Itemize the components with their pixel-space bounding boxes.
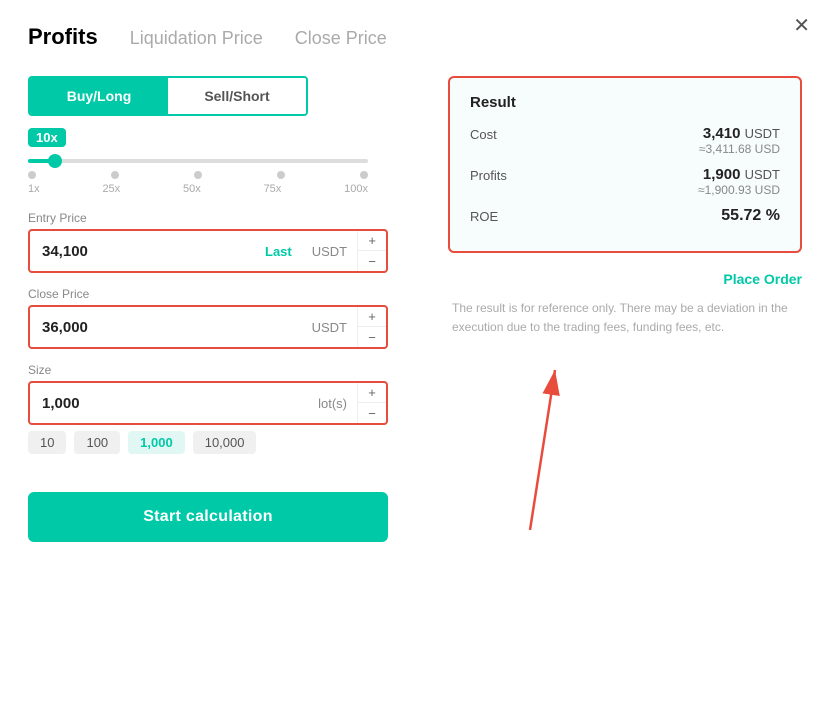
tab-liquidation[interactable]: Liquidation Price: [130, 28, 263, 51]
leverage-labels: 1x 25x 50x 75x 100x: [28, 183, 368, 195]
dot-4: [277, 171, 285, 179]
size-input[interactable]: [30, 385, 308, 422]
close-price-increment[interactable]: +: [358, 307, 386, 327]
close-price-usdt-label: USDT: [302, 320, 357, 335]
size-opt-1000[interactable]: 1,000: [128, 431, 185, 454]
buy-sell-toggle: Buy/Long Sell/Short: [28, 76, 308, 116]
leverage-track[interactable]: [28, 159, 368, 163]
size-opt-10000[interactable]: 10,000: [193, 431, 257, 454]
roe-number: 55.72 %: [721, 207, 780, 224]
dot-5: [360, 171, 368, 179]
profits-number: 1,900: [703, 166, 741, 183]
profits-sub-val: ≈1,900.93 USD: [698, 183, 780, 197]
result-box: Result Cost 3,410 USDT ≈3,411.68 USD Pro…: [448, 76, 802, 253]
size-label: Size: [28, 363, 428, 377]
roe-label: ROE: [470, 207, 498, 224]
dot-2: [111, 171, 119, 179]
roe-row: ROE 55.72 %: [470, 207, 780, 225]
entry-price-increment[interactable]: +: [358, 231, 386, 251]
dot-3: [194, 171, 202, 179]
leverage-label-75x: 75x: [264, 183, 282, 195]
size-row: lot(s) + −: [28, 381, 388, 425]
roe-value: 55.72 %: [721, 207, 780, 225]
main-layout: Buy/Long Sell/Short 10x: [28, 76, 802, 542]
slider-dots: [28, 171, 368, 179]
size-increment[interactable]: +: [358, 383, 386, 403]
entry-price-row: Last USDT + −: [28, 229, 388, 273]
leverage-slider-container: [28, 159, 368, 163]
size-opt-100[interactable]: 100: [74, 431, 120, 454]
disclaimer: The result is for reference only. There …: [448, 299, 802, 337]
cost-value: 3,410 USDT ≈3,411.68 USD: [699, 125, 780, 156]
cost-sub-val: ≈3,411.68 USD: [699, 142, 780, 156]
dot-1: [28, 171, 36, 179]
size-unit-label: lot(s): [308, 396, 357, 411]
profits-main-val: 1,900 USDT: [703, 166, 780, 183]
leverage-label-100x: 100x: [344, 183, 368, 195]
size-options: 10 100 1,000 10,000: [28, 431, 428, 454]
leverage-label-1x: 1x: [28, 183, 40, 195]
left-panel: Buy/Long Sell/Short 10x: [28, 76, 428, 542]
sell-short-button[interactable]: Sell/Short: [168, 78, 306, 114]
cost-number: 3,410: [703, 125, 741, 142]
cost-unit: USDT: [745, 126, 780, 141]
tab-bar: Profits Liquidation Price Close Price: [28, 24, 802, 52]
result-title: Result: [470, 94, 780, 111]
leverage-area: 10x 1x 25x 50x: [28, 128, 428, 195]
entry-price-group: Entry Price Last USDT + −: [28, 211, 428, 273]
close-price-steppers: + −: [357, 307, 386, 347]
entry-price-input[interactable]: [30, 233, 255, 270]
cost-row: Cost 3,410 USDT ≈3,411.68 USD: [470, 125, 780, 156]
tab-profits[interactable]: Profits: [28, 24, 98, 52]
leverage-label-25x: 25x: [102, 183, 120, 195]
entry-price-usdt-label: USDT: [302, 244, 357, 259]
size-opt-10[interactable]: 10: [28, 431, 66, 454]
cost-main-val: 3,410 USDT: [703, 125, 780, 142]
profits-unit: USDT: [745, 167, 780, 182]
start-calculation-button[interactable]: Start calculation: [28, 492, 388, 542]
buy-long-button[interactable]: Buy/Long: [30, 78, 168, 114]
leverage-label-50x: 50x: [183, 183, 201, 195]
profits-value: 1,900 USDT ≈1,900.93 USD: [698, 166, 780, 197]
tab-close-price[interactable]: Close Price: [295, 28, 387, 51]
entry-price-last-label: Last: [255, 244, 302, 259]
cost-label: Cost: [470, 125, 497, 142]
profits-row: Profits 1,900 USDT ≈1,900.93 USD: [470, 166, 780, 197]
leverage-badge: 10x: [28, 128, 66, 147]
close-price-label: Close Price: [28, 287, 428, 301]
size-steppers: + −: [357, 383, 386, 423]
entry-price-decrement[interactable]: −: [358, 251, 386, 271]
close-price-decrement[interactable]: −: [358, 327, 386, 347]
close-price-input[interactable]: [30, 309, 302, 346]
close-price-group: Close Price USDT + −: [28, 287, 428, 349]
profits-label: Profits: [470, 166, 507, 183]
leverage-thumb[interactable]: [48, 154, 62, 168]
entry-price-steppers: + −: [357, 231, 386, 271]
size-decrement[interactable]: −: [358, 403, 386, 423]
entry-price-label: Entry Price: [28, 211, 428, 225]
place-order-link[interactable]: Place Order: [448, 267, 802, 291]
close-price-row: USDT + −: [28, 305, 388, 349]
size-group: Size lot(s) + − 10 100 1,000 10,000: [28, 363, 428, 470]
right-panel: Result Cost 3,410 USDT ≈3,411.68 USD Pro…: [448, 76, 802, 542]
modal: ✕ Profits Liquidation Price Close Price …: [0, 0, 830, 727]
close-button[interactable]: ✕: [793, 16, 810, 36]
